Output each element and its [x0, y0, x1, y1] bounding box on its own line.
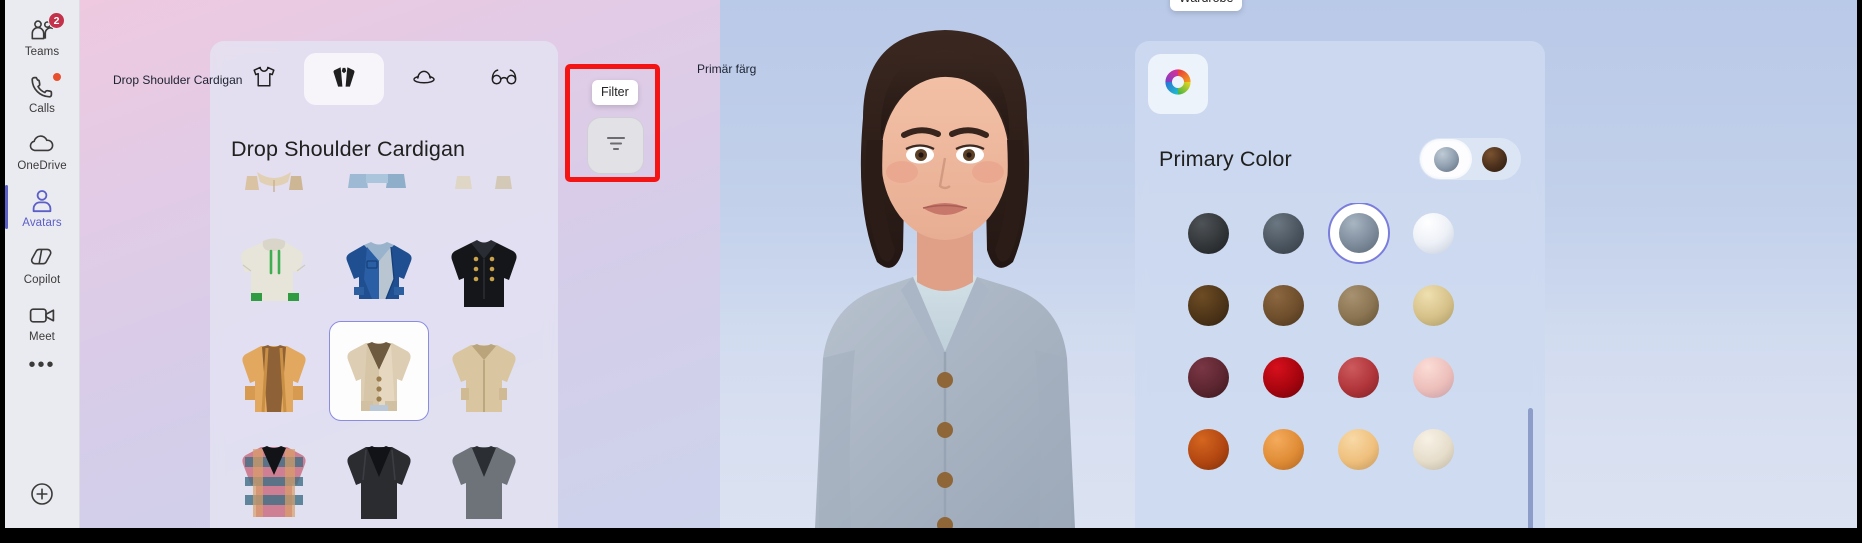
tan-zip-jacket-icon	[441, 330, 527, 416]
garment-grid	[224, 161, 544, 524]
wardrobe-category-tabs	[210, 41, 558, 117]
garment-tan-wrap-top[interactable]	[224, 161, 324, 215]
hat-icon	[411, 66, 437, 93]
cream-hoodie-icon	[231, 227, 317, 313]
add-app-button[interactable]	[7, 468, 77, 528]
color-swatch-grid	[1171, 203, 1471, 473]
swatch-blush-pink[interactable]	[1396, 353, 1471, 401]
filter-icon	[604, 133, 628, 158]
plaid-cardigan-icon	[231, 433, 317, 519]
swatch-selection-ring	[1327, 203, 1390, 264]
tab-outerwear[interactable]	[304, 53, 384, 105]
garment-cream-hoodie[interactable]	[224, 218, 324, 318]
swatch-dark-brown[interactable]	[1171, 281, 1246, 329]
swatch-ivory[interactable]	[1396, 425, 1471, 473]
sidebar-item-label-calls: Calls	[28, 103, 56, 115]
filter-tooltip: Filter	[592, 80, 638, 105]
camel-open-cardigan-icon	[231, 330, 317, 416]
sidebar-item-copilot[interactable]: Copilot	[7, 236, 77, 293]
sidebar-item-onedrive[interactable]: OneDrive	[7, 122, 77, 179]
garment-camel-open-cardigan[interactable]	[224, 321, 324, 421]
grey-blazer-icon	[441, 433, 527, 519]
garment-black-blazer[interactable]	[329, 424, 429, 524]
tab-color-wheel[interactable]	[1148, 54, 1208, 114]
tan-wrap-top-icon	[231, 161, 317, 210]
secondary-color-channel[interactable]	[1470, 141, 1518, 177]
swatch-apricot[interactable]	[1321, 425, 1396, 473]
light-blue-shirt-icon	[336, 161, 422, 210]
glasses-icon	[490, 68, 518, 91]
sidebar-item-label-copilot: Copilot	[23, 274, 61, 286]
sidebar-item-meet[interactable]: Meet	[7, 293, 77, 350]
sidebar-item-label-meet: Meet	[29, 331, 55, 343]
avatar-editor-stage: 2 Teams Calls OneDrive Avatars Copilot M…	[5, 0, 1857, 528]
swatch-burnt-orange[interactable]	[1171, 425, 1246, 473]
filter-button[interactable]	[587, 117, 644, 174]
swatch-charcoal[interactable]	[1171, 209, 1246, 257]
garment-hover-label: Drop Shoulder Cardigan	[113, 73, 243, 87]
swatch-pearl-white[interactable]	[1396, 209, 1471, 257]
garment-blue-denim-jacket[interactable]	[329, 218, 429, 318]
sidebar-item-calls[interactable]: Calls	[7, 65, 77, 122]
garment-list[interactable]	[210, 161, 558, 528]
primary-color-hover-label: Primär färg	[697, 62, 757, 76]
primary-color-channel[interactable]	[1422, 141, 1470, 177]
tab-headwear[interactable]	[384, 53, 464, 105]
color-channel-toggle	[1419, 138, 1521, 180]
sidebar-more-button[interactable]: •••	[7, 350, 77, 380]
garment-tan-zip-jacket[interactable]	[434, 321, 534, 421]
wardrobe-panel: Drop Shoulder Cardigan	[210, 41, 558, 528]
sidebar-item-teams[interactable]: 2 Teams	[7, 8, 77, 65]
garment-grey-blazer[interactable]	[434, 424, 534, 524]
onedrive-icon	[27, 131, 57, 157]
swatch-brick-red[interactable]	[1321, 353, 1396, 401]
cardigan-icon	[331, 64, 357, 95]
sidebar-item-label-onedrive: OneDrive	[17, 160, 67, 172]
color-swatch-area[interactable]	[1135, 203, 1545, 528]
beige-button-cardigan-icon	[336, 329, 422, 415]
avatars-icon	[27, 188, 57, 214]
tshirt-icon	[251, 64, 277, 95]
swatch-orange[interactable]	[1246, 425, 1321, 473]
garment-light-blue-shirt[interactable]	[329, 161, 429, 215]
teams-badge: 2	[48, 12, 65, 29]
garment-black-military-coat[interactable]	[434, 218, 534, 318]
sidebar-item-label-avatars: Avatars	[22, 217, 62, 229]
sidebar-item-label-teams: Teams	[24, 46, 60, 58]
swatch-brown[interactable]	[1246, 281, 1321, 329]
color-panel-tabs	[1135, 41, 1545, 114]
cream-top-icon	[441, 161, 527, 210]
color-panel-title: Primary Color	[1159, 146, 1292, 171]
swatch-crimson[interactable]	[1246, 353, 1321, 401]
color-wheel-icon	[1162, 66, 1194, 103]
primary-color-dot	[1433, 146, 1459, 172]
wardrobe-tooltip: Wardrobe	[1170, 0, 1243, 11]
color-panel-header: Primary Color	[1135, 114, 1545, 180]
swatch-taupe[interactable]	[1321, 281, 1396, 329]
color-panel-scrollbar[interactable]	[1528, 408, 1533, 528]
secondary-color-dot	[1481, 146, 1507, 172]
color-panel: Primary Color	[1135, 41, 1545, 528]
app-rail: 2 Teams Calls OneDrive Avatars Copilot M…	[5, 0, 80, 528]
tab-eyewear[interactable]	[464, 53, 544, 105]
black-blazer-icon	[336, 433, 422, 519]
swatch-slate[interactable]	[1246, 209, 1321, 257]
calls-badge-dot	[52, 72, 62, 82]
black-military-coat-icon	[441, 227, 527, 313]
meet-icon	[27, 302, 57, 328]
screenshot-root: 2 Teams Calls OneDrive Avatars Copilot M…	[0, 0, 1862, 543]
garment-plaid-cardigan[interactable]	[224, 424, 324, 524]
swatch-sand[interactable]	[1396, 281, 1471, 329]
garment-beige-button-cardigan[interactable]	[329, 321, 429, 421]
swatch-blue-grey[interactable]	[1321, 203, 1396, 264]
blue-denim-jacket-icon	[336, 227, 422, 313]
swatch-maroon[interactable]	[1171, 353, 1246, 401]
garment-cream-top[interactable]	[434, 161, 534, 215]
copilot-icon	[27, 245, 57, 271]
sidebar-item-avatars[interactable]: Avatars	[5, 179, 77, 236]
